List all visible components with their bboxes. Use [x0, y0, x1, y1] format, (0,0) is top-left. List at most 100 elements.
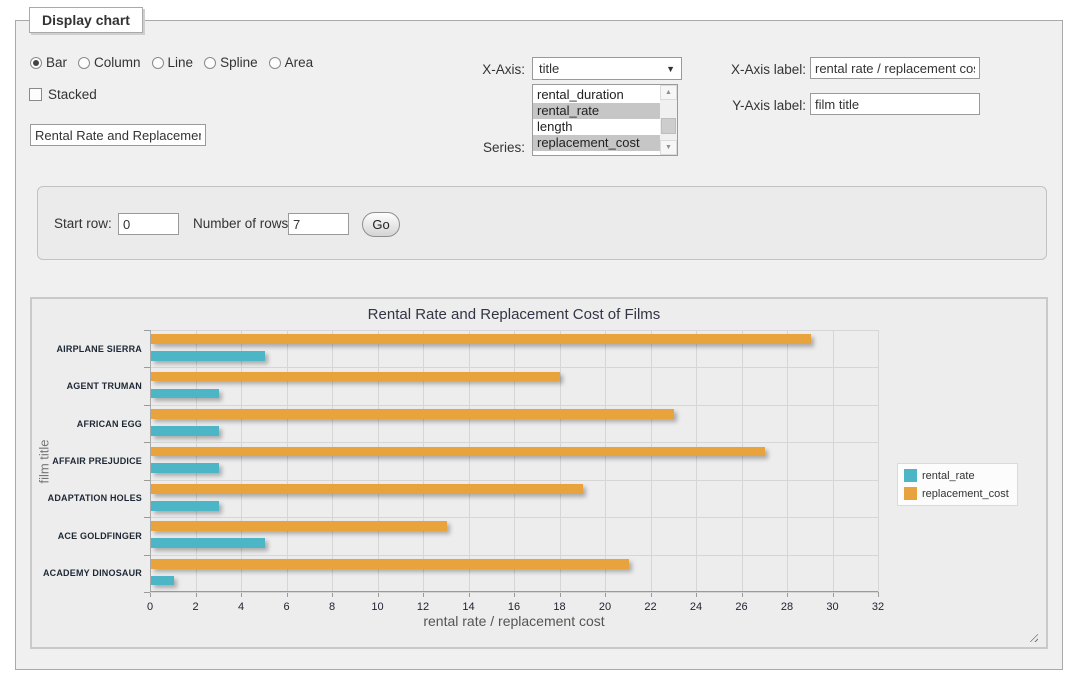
- y-axis-title: film title: [37, 362, 52, 562]
- x-tick-label: 18: [553, 601, 565, 613]
- category-band: ACE GOLDFINGER: [150, 517, 878, 554]
- x-tick-label: 0: [147, 601, 153, 613]
- x-tick-label: 2: [192, 601, 198, 613]
- chart-panel: Rental Rate and Replacement Cost of Film…: [30, 297, 1048, 649]
- stacked-label: Stacked: [48, 87, 97, 102]
- radio-label: Bar: [46, 55, 67, 70]
- category-label: ACADEMY DINOSAUR: [32, 568, 142, 578]
- listbox-scrollbar[interactable]: ▲ ▼: [660, 85, 677, 155]
- bar-replacement_cost: [151, 521, 447, 531]
- x-axis-select-value: title: [539, 61, 559, 76]
- category-band: AFRICAN EGG: [150, 405, 878, 442]
- x-tick-label: 24: [690, 601, 702, 613]
- num-rows-input[interactable]: [288, 213, 349, 235]
- radio-circle-icon[interactable]: [269, 57, 281, 69]
- series-options: rental_durationrental_ratelengthreplacem…: [533, 85, 660, 155]
- legend-label: rental_rate: [922, 470, 975, 482]
- x-tick-label: 12: [417, 601, 429, 613]
- radio-label: Line: [168, 55, 194, 70]
- bar-replacement_cost: [151, 559, 629, 569]
- legend-item: replacement_cost: [904, 487, 1009, 500]
- x-tick-label: 4: [238, 601, 244, 613]
- x-tick-label: 8: [329, 601, 335, 613]
- legend-item: rental_rate: [904, 469, 1009, 482]
- radio-circle-icon[interactable]: [152, 57, 164, 69]
- scroll-down-icon[interactable]: ▼: [660, 140, 677, 155]
- series-list-label: Series:: [436, 140, 525, 155]
- chart-title: Rental Rate and Replacement Cost of Film…: [150, 306, 878, 323]
- x-tick-label: 20: [599, 601, 611, 613]
- scrollbar-track[interactable]: [660, 100, 677, 140]
- series-listbox[interactable]: rental_durationrental_ratelengthreplacem…: [532, 84, 678, 156]
- bar-replacement_cost: [151, 409, 674, 419]
- y-tick-mark: [144, 592, 150, 593]
- stacked-option: Stacked: [29, 87, 97, 102]
- scroll-up-icon[interactable]: ▲: [660, 85, 677, 100]
- x-axis-title: rental rate / replacement cost: [150, 613, 878, 629]
- fieldset-legend: Display chart: [29, 7, 143, 33]
- bar-replacement_cost: [151, 484, 583, 494]
- category-band: AFFAIR PREJUDICE: [150, 442, 878, 479]
- y-axis-line: [150, 330, 151, 592]
- bar-rental_rate: [151, 351, 265, 361]
- series-option[interactable]: rental_duration: [533, 87, 660, 103]
- radio-area[interactable]: Area: [269, 55, 314, 70]
- x-axis-label-input[interactable]: [810, 57, 980, 79]
- bar-rental_rate: [151, 463, 219, 473]
- go-button[interactable]: Go: [362, 212, 400, 237]
- chart-title-input[interactable]: [30, 124, 206, 146]
- radio-bar[interactable]: Bar: [30, 55, 67, 70]
- stacked-checkbox[interactable]: [29, 88, 42, 101]
- series-option[interactable]: replacement_cost: [533, 135, 660, 151]
- x-axis-select[interactable]: title ▼: [532, 57, 682, 80]
- category-band: AGENT TRUMAN: [150, 367, 878, 404]
- category-band: AIRPLANE SIERRA: [150, 330, 878, 367]
- resize-handle-icon[interactable]: [1027, 631, 1038, 642]
- bar-rental_rate: [151, 501, 219, 511]
- radio-column[interactable]: Column: [78, 55, 141, 70]
- radio-circle-icon[interactable]: [30, 57, 42, 69]
- x-tick-label: 26: [735, 601, 747, 613]
- bar-rental_rate: [151, 538, 265, 548]
- x-axis-line: [150, 591, 878, 592]
- gridline: [878, 330, 879, 592]
- y-axis-label-input[interactable]: [810, 93, 980, 115]
- radio-circle-icon[interactable]: [204, 57, 216, 69]
- series-option[interactable]: rental_rate: [533, 103, 660, 119]
- legend-swatch-rental_rate: [904, 469, 917, 482]
- category-band: ACADEMY DINOSAUR: [150, 555, 878, 592]
- radio-circle-icon[interactable]: [78, 57, 90, 69]
- gridline: [150, 592, 878, 593]
- num-rows-label: Number of rows:: [193, 216, 292, 231]
- radio-label: Column: [94, 55, 141, 70]
- radio-spline[interactable]: Spline: [204, 55, 258, 70]
- series-option[interactable]: length: [533, 119, 660, 135]
- y-axis-label-label: Y-Axis label:: [710, 98, 806, 113]
- page: { "window": { "legend": "Display chart" …: [0, 0, 1081, 681]
- rows-panel: Start row: Number of rows: Go: [37, 186, 1047, 260]
- bar-rental_rate: [151, 389, 219, 399]
- category-label: AIRPLANE SIERRA: [32, 344, 142, 354]
- bar-replacement_cost: [151, 372, 560, 382]
- x-tick-label: 28: [781, 601, 793, 613]
- bar-replacement_cost: [151, 447, 765, 457]
- radio-line[interactable]: Line: [152, 55, 194, 70]
- chart-plot-area: 02468101214161820222426283032AIRPLANE SI…: [150, 330, 878, 592]
- x-tick-label: 14: [462, 601, 474, 613]
- display-chart-fieldset: Display chart BarColumnLineSplineArea St…: [15, 20, 1063, 670]
- legend-swatch-replacement_cost: [904, 487, 917, 500]
- x-tick-label: 22: [644, 601, 656, 613]
- x-tick-label: 32: [872, 601, 884, 613]
- chevron-down-icon: ▼: [666, 64, 675, 74]
- x-tick-label: 10: [371, 601, 383, 613]
- scrollbar-thumb[interactable]: [661, 118, 676, 134]
- legend-label: replacement_cost: [922, 488, 1009, 500]
- x-tick-mark: [878, 592, 879, 597]
- radio-label: Area: [285, 55, 314, 70]
- chart-legend: rental_rate replacement_cost: [897, 463, 1018, 506]
- chart-type-radio-group: Bar Column Line Spline Area: [30, 55, 313, 70]
- category-band: ADAPTATION HOLES: [150, 480, 878, 517]
- x-axis-select-label: X-Axis:: [436, 62, 525, 77]
- start-row-input[interactable]: [118, 213, 179, 235]
- radio-label: Spline: [220, 55, 258, 70]
